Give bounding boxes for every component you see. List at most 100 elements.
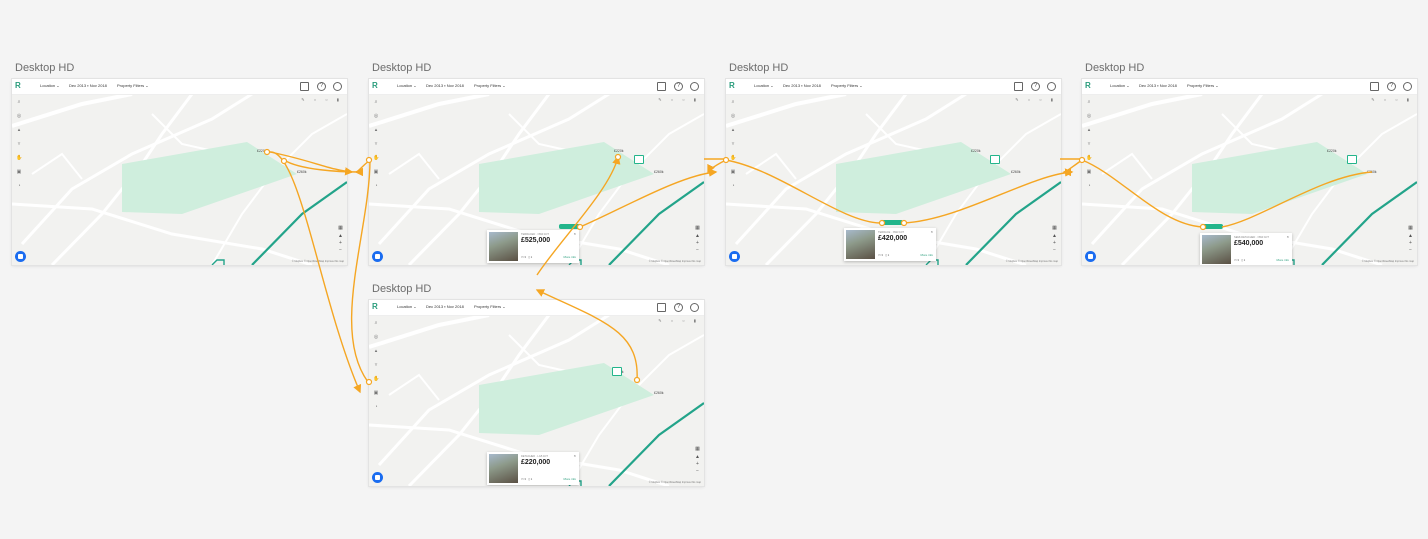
cluster-marker[interactable] — [559, 224, 581, 229]
user-icon[interactable] — [690, 303, 699, 312]
property-card[interactable]: TERRACED · NW3 1DT £525,000 ▭ 3 ▯ 1 More in… — [487, 230, 579, 263]
user-icon[interactable] — [1047, 82, 1056, 91]
location-dropdown[interactable]: Location ⌄ — [754, 83, 774, 88]
map-pin-marker[interactable] — [634, 155, 644, 164]
pie-icon[interactable]: ◔ — [730, 183, 736, 189]
date-range[interactable]: Dec 2013 ▪ Nov 2018 — [426, 304, 464, 309]
zoom-out-button[interactable]: − — [694, 468, 701, 474]
location-icon[interactable]: ◎ — [373, 334, 379, 340]
user-icon[interactable] — [690, 82, 699, 91]
compass-icon[interactable]: ▲ — [694, 454, 701, 460]
location-dropdown[interactable]: Location ⌄ — [397, 304, 417, 309]
map-pin-marker[interactable] — [990, 155, 1000, 164]
folder-icon[interactable] — [657, 303, 666, 312]
search-icon[interactable]: ⌕ — [16, 99, 22, 105]
filter-icon[interactable]: ▿ — [16, 141, 22, 147]
date-range[interactable]: Dec 2013 ▪ Nov 2018 — [426, 83, 464, 88]
date-range[interactable]: Dec 2013 ▪ Nov 2018 — [69, 83, 107, 88]
cluster-marker[interactable] — [1201, 224, 1223, 229]
hand-icon[interactable]: ✋ — [730, 155, 736, 161]
chart-icon[interactable]: ▴ — [373, 127, 379, 133]
property-card[interactable]: TERRACE · NW3 1DT £420,000 ▭ 3 ▯ 1 More inf… — [844, 228, 936, 261]
property-photo[interactable] — [1202, 235, 1231, 264]
chart-icon[interactable]: ▴ — [16, 127, 22, 133]
search-icon[interactable]: ⌕ — [730, 99, 736, 105]
image-icon[interactable]: ▣ — [373, 169, 379, 175]
date-range[interactable]: Dec 2013 ▪ Nov 2018 — [1139, 83, 1177, 88]
location-icon[interactable]: ◎ — [1086, 113, 1092, 119]
layers-icon[interactable]: ▦ — [1051, 225, 1058, 231]
help-icon[interactable]: ? — [674, 82, 683, 91]
draw-tools[interactable]: ✎ ○ ○ ▮ — [1015, 97, 1057, 102]
draw-tools[interactable]: ✎ ○ ○ ▮ — [301, 97, 343, 102]
search-icon[interactable]: ⌕ — [373, 99, 379, 105]
cluster-marker[interactable] — [881, 220, 903, 225]
image-icon[interactable]: ▣ — [730, 169, 736, 175]
zoom-out-button[interactable]: − — [1051, 247, 1058, 253]
zoom-out-button[interactable]: − — [694, 247, 701, 253]
location-icon[interactable]: ◎ — [373, 113, 379, 119]
property-filters-dropdown[interactable]: Property Filters ⌄ — [474, 304, 506, 309]
filter-icon[interactable]: ▿ — [730, 141, 736, 147]
property-card[interactable]: SEMI-DETACHED · NW3 1DT £540,000 ▭ 3 ▯ 1 Mo… — [1200, 233, 1292, 265]
chart-icon[interactable]: ▴ — [730, 127, 736, 133]
location-dropdown[interactable]: Location ⌄ — [40, 83, 60, 88]
date-range[interactable]: Dec 2013 ▪ Nov 2018 — [783, 83, 821, 88]
folder-icon[interactable] — [1014, 82, 1023, 91]
help-icon[interactable]: ? — [1031, 82, 1040, 91]
folder-icon[interactable] — [1370, 82, 1379, 91]
help-icon[interactable]: ? — [1387, 82, 1396, 91]
location-icon[interactable]: ◎ — [16, 113, 22, 119]
price-label[interactable]: £260k — [1367, 170, 1377, 174]
hand-icon[interactable]: ✋ — [1086, 155, 1092, 161]
zoom-in-button[interactable]: + — [1051, 240, 1058, 246]
zoom-in-button[interactable]: + — [694, 240, 701, 246]
folder-icon[interactable] — [657, 82, 666, 91]
more-info-link[interactable]: More info — [563, 255, 576, 259]
close-icon[interactable]: × — [1287, 234, 1289, 239]
zoom-in-button[interactable]: + — [694, 461, 701, 467]
chat-button[interactable] — [372, 251, 383, 262]
price-label[interactable]: £260k — [1011, 170, 1021, 174]
property-photo[interactable] — [489, 232, 518, 261]
map-pin-marker[interactable] — [1347, 155, 1357, 164]
logo[interactable]: R — [729, 81, 735, 90]
logo[interactable]: R — [372, 81, 378, 90]
property-photo[interactable] — [846, 230, 875, 259]
search-icon[interactable]: ⌕ — [1086, 99, 1092, 105]
property-filters-dropdown[interactable]: Property Filters ⌄ — [1187, 83, 1219, 88]
location-icon[interactable]: ◎ — [730, 113, 736, 119]
image-icon[interactable]: ▣ — [16, 169, 22, 175]
folder-icon[interactable] — [300, 82, 309, 91]
property-photo[interactable] — [489, 454, 518, 483]
pie-icon[interactable]: ◔ — [1086, 183, 1092, 189]
location-dropdown[interactable]: Location ⌄ — [397, 83, 417, 88]
draw-tools[interactable]: ✎ ○ ○ ▮ — [658, 318, 700, 323]
filter-icon[interactable]: ▿ — [373, 141, 379, 147]
user-icon[interactable] — [1403, 82, 1412, 91]
pie-icon[interactable]: ◔ — [373, 404, 379, 410]
zoom-out-button[interactable]: − — [337, 247, 344, 253]
image-icon[interactable]: ▣ — [373, 390, 379, 396]
help-icon[interactable]: ? — [317, 82, 326, 91]
zoom-out-button[interactable]: − — [1407, 247, 1414, 253]
zoom-in-button[interactable]: + — [337, 240, 344, 246]
property-card[interactable]: DETACHED · LG5 1DT £220,000 ▭ 3 ▯ 1 More in… — [487, 452, 579, 485]
property-filters-dropdown[interactable]: Property Filters ⌄ — [831, 83, 863, 88]
compass-icon[interactable]: ▲ — [1407, 233, 1414, 239]
zoom-in-button[interactable]: + — [1407, 240, 1414, 246]
price-label[interactable]: £220k — [1327, 149, 1337, 153]
chart-icon[interactable]: ▴ — [373, 348, 379, 354]
logo[interactable]: R — [1085, 81, 1091, 90]
close-icon[interactable]: × — [574, 231, 576, 236]
hand-icon[interactable]: ✋ — [373, 155, 379, 161]
close-icon[interactable]: × — [574, 453, 576, 458]
layers-icon[interactable]: ▦ — [1407, 225, 1414, 231]
layers-icon[interactable]: ▦ — [337, 225, 344, 231]
chat-button[interactable] — [729, 251, 740, 262]
user-icon[interactable] — [333, 82, 342, 91]
map[interactable] — [12, 94, 347, 265]
more-info-link[interactable]: More info — [920, 253, 933, 257]
compass-icon[interactable]: ▲ — [694, 233, 701, 239]
close-icon[interactable]: × — [931, 229, 933, 234]
